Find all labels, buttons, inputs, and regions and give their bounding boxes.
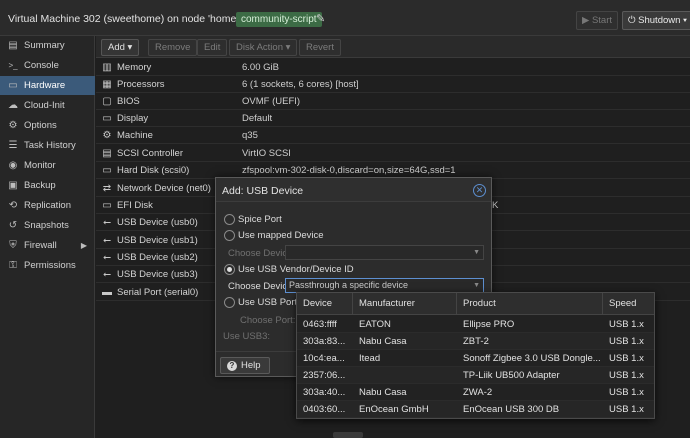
radio-use-mapped-device[interactable] bbox=[224, 230, 235, 241]
table-row[interactable]: 2357:06... TP-Liik UB500 Adapter USB 1.x bbox=[297, 367, 654, 384]
help-button[interactable]: ? Help bbox=[220, 357, 270, 374]
usb-icon: ⭠ bbox=[103, 269, 111, 280]
shield-icon: ⛨ bbox=[9, 240, 17, 251]
hardware-row-processors[interactable]: ▦ Processors 6 (1 sockets, 6 cores) [host] bbox=[96, 76, 690, 93]
table-row[interactable]: 303a:40... Nabu Casa ZWA-2 USB 1.x bbox=[297, 384, 654, 401]
hardware-row-scsi-controller[interactable]: ▤ SCSI Controller VirtIO SCSI bbox=[96, 145, 690, 162]
grid-header: Device Manufacturer Product Speed bbox=[297, 293, 654, 315]
hdd-icon: ▭ bbox=[102, 165, 112, 176]
chevron-down-icon: ▼ bbox=[473, 249, 480, 256]
question-icon: ? bbox=[227, 361, 237, 371]
hardware-row-display[interactable]: ▭ Display Default bbox=[96, 110, 690, 127]
scrollbar-handle[interactable] bbox=[333, 432, 363, 438]
radio-use-usb-port-label: Use USB Port bbox=[238, 297, 298, 308]
column-header-device[interactable]: Device bbox=[297, 293, 353, 315]
usb-icon: ⭠ bbox=[103, 252, 111, 263]
network-icon: ⇄ bbox=[102, 183, 112, 194]
dialog-header: Add: USB Device ✕ bbox=[216, 178, 491, 202]
history-icon: ↺ bbox=[8, 220, 18, 231]
column-header-product[interactable]: Product bbox=[457, 293, 603, 315]
column-header-speed[interactable]: Speed bbox=[603, 293, 654, 315]
table-row[interactable]: 10c4:ea... Itead Sonoff Zigbee 3.0 USB Don… bbox=[297, 350, 654, 367]
shutdown-button[interactable]: ⏻ Shutdown ▾ bbox=[622, 11, 690, 30]
floppy-icon: ▣ bbox=[8, 180, 18, 191]
dialog-title: Add: USB Device bbox=[222, 185, 304, 197]
choose-port-label: Choose Port: bbox=[240, 315, 296, 326]
play-icon: ▶ bbox=[582, 15, 592, 26]
sidebar-item-firewall[interactable]: ⛨ Firewall ▶ bbox=[0, 236, 95, 255]
monitor-icon: ▭ bbox=[8, 80, 18, 91]
start-button[interactable]: ▶ Start bbox=[576, 11, 618, 30]
table-row[interactable]: 303a:83... Nabu Casa ZBT-2 USB 1.x bbox=[297, 333, 654, 350]
radio-use-usb-vendor-id-label: Use USB Vendor/Device ID bbox=[238, 264, 354, 275]
usb-icon: ⭠ bbox=[103, 217, 111, 228]
mapped-device-select[interactable]: ▼ bbox=[285, 245, 484, 260]
close-icon[interactable]: ✕ bbox=[473, 184, 486, 197]
pencil-icon[interactable]: ✎ bbox=[316, 12, 328, 26]
use-usb3-label: Use USB3: bbox=[223, 331, 270, 342]
chevron-down-icon: ▾ bbox=[127, 42, 133, 53]
disk-action-button[interactable]: Disk Action ▾ bbox=[229, 39, 298, 56]
database-icon: ▤ bbox=[102, 148, 112, 159]
power-icon: ⏻ bbox=[628, 15, 639, 26]
sidebar-item-cloud-init[interactable]: ☁ Cloud-Init bbox=[0, 96, 95, 115]
revert-button[interactable]: Revert bbox=[299, 39, 341, 56]
eye-icon: ◉ bbox=[8, 160, 18, 171]
tag-community-script[interactable]: community-script bbox=[236, 12, 322, 27]
chevron-down-icon: ▾ bbox=[680, 15, 688, 26]
device-picker-grid: Device Manufacturer Product Speed 0463:f… bbox=[296, 292, 655, 419]
unlock-icon: ⚿ bbox=[9, 260, 17, 271]
sidebar-item-monitor[interactable]: ◉ Monitor bbox=[0, 156, 95, 175]
choose-device-select[interactable]: Passthrough a specific device ▼ bbox=[285, 278, 484, 293]
sidebar-item-task-history[interactable]: ☰ Task History bbox=[0, 136, 95, 155]
keyboard-icon: ▬ bbox=[102, 287, 112, 298]
sidebar-item-permissions[interactable]: ⚿ Permissions bbox=[0, 256, 95, 275]
sidebar-item-backup[interactable]: ▣ Backup bbox=[0, 176, 95, 195]
memory-icon: ▥ bbox=[102, 62, 112, 73]
chevron-down-icon: ▼ bbox=[473, 282, 480, 289]
hardware-row-memory[interactable]: ▥ Memory 6.00 GiB bbox=[96, 59, 690, 76]
edit-button[interactable]: Edit bbox=[197, 39, 228, 56]
chip-icon: ▢ bbox=[102, 96, 112, 107]
vm-title: Virtual Machine 302 (sweethome) on node … bbox=[8, 13, 253, 25]
sidebar: ▤ Summary >_ Console ▭ Hardware ☁ Cloud-Init… bbox=[0, 36, 95, 438]
sidebar-item-options[interactable]: ⚙ Options bbox=[0, 116, 95, 135]
hardware-toolbar: Add ▾ Remove Edit Disk Action ▾ Revert bbox=[96, 36, 690, 58]
chevron-down-icon: ▾ bbox=[285, 42, 291, 53]
console-icon: >_ bbox=[8, 61, 18, 70]
list-icon: ☰ bbox=[8, 140, 18, 151]
radio-spice-port[interactable] bbox=[224, 214, 235, 225]
sidebar-item-summary[interactable]: ▤ Summary bbox=[0, 36, 95, 55]
radio-use-usb-vendor-id[interactable] bbox=[224, 264, 235, 275]
add-button[interactable]: Add ▾ bbox=[101, 39, 140, 56]
sidebar-item-hardware[interactable]: ▭ Hardware bbox=[0, 76, 95, 95]
summary-icon: ▤ bbox=[8, 40, 18, 51]
usb-icon: ⭠ bbox=[103, 235, 111, 246]
remove-button[interactable]: Remove bbox=[148, 39, 198, 56]
hardware-row-machine[interactable]: ⚙ Machine q35 bbox=[96, 127, 690, 144]
column-header-manufacturer[interactable]: Manufacturer bbox=[353, 293, 457, 315]
cogs-icon: ⚙ bbox=[102, 130, 112, 141]
table-row[interactable]: 0463:ffff EATON Ellipse PRO USB 1.x bbox=[297, 316, 654, 333]
radio-use-mapped-device-label: Use mapped Device bbox=[238, 230, 324, 241]
hardware-row-bios[interactable]: ▢ BIOS OVMF (UEFI) bbox=[96, 93, 690, 110]
hdd-icon: ▭ bbox=[102, 200, 112, 211]
sidebar-item-replication[interactable]: ⟲ Replication bbox=[0, 196, 95, 215]
radio-spice-port-label: Spice Port bbox=[238, 214, 282, 225]
gear-icon: ⚙ bbox=[8, 120, 18, 131]
cloud-icon: ☁ bbox=[8, 100, 18, 111]
title-bar: Virtual Machine 302 (sweethome) on node … bbox=[0, 0, 690, 36]
chevron-right-icon: ▶ bbox=[80, 241, 87, 250]
desktop-icon: ▭ bbox=[102, 113, 112, 124]
sidebar-item-console[interactable]: >_ Console bbox=[0, 56, 95, 75]
table-row[interactable]: 0403:60... EnOcean GmbH EnOcean USB 300 DB… bbox=[297, 401, 654, 418]
retweet-icon: ⟲ bbox=[8, 200, 18, 211]
cpu-icon: ▦ bbox=[102, 79, 112, 90]
radio-use-usb-port[interactable] bbox=[224, 297, 235, 308]
sidebar-item-snapshots[interactable]: ↺ Snapshots bbox=[0, 216, 95, 235]
